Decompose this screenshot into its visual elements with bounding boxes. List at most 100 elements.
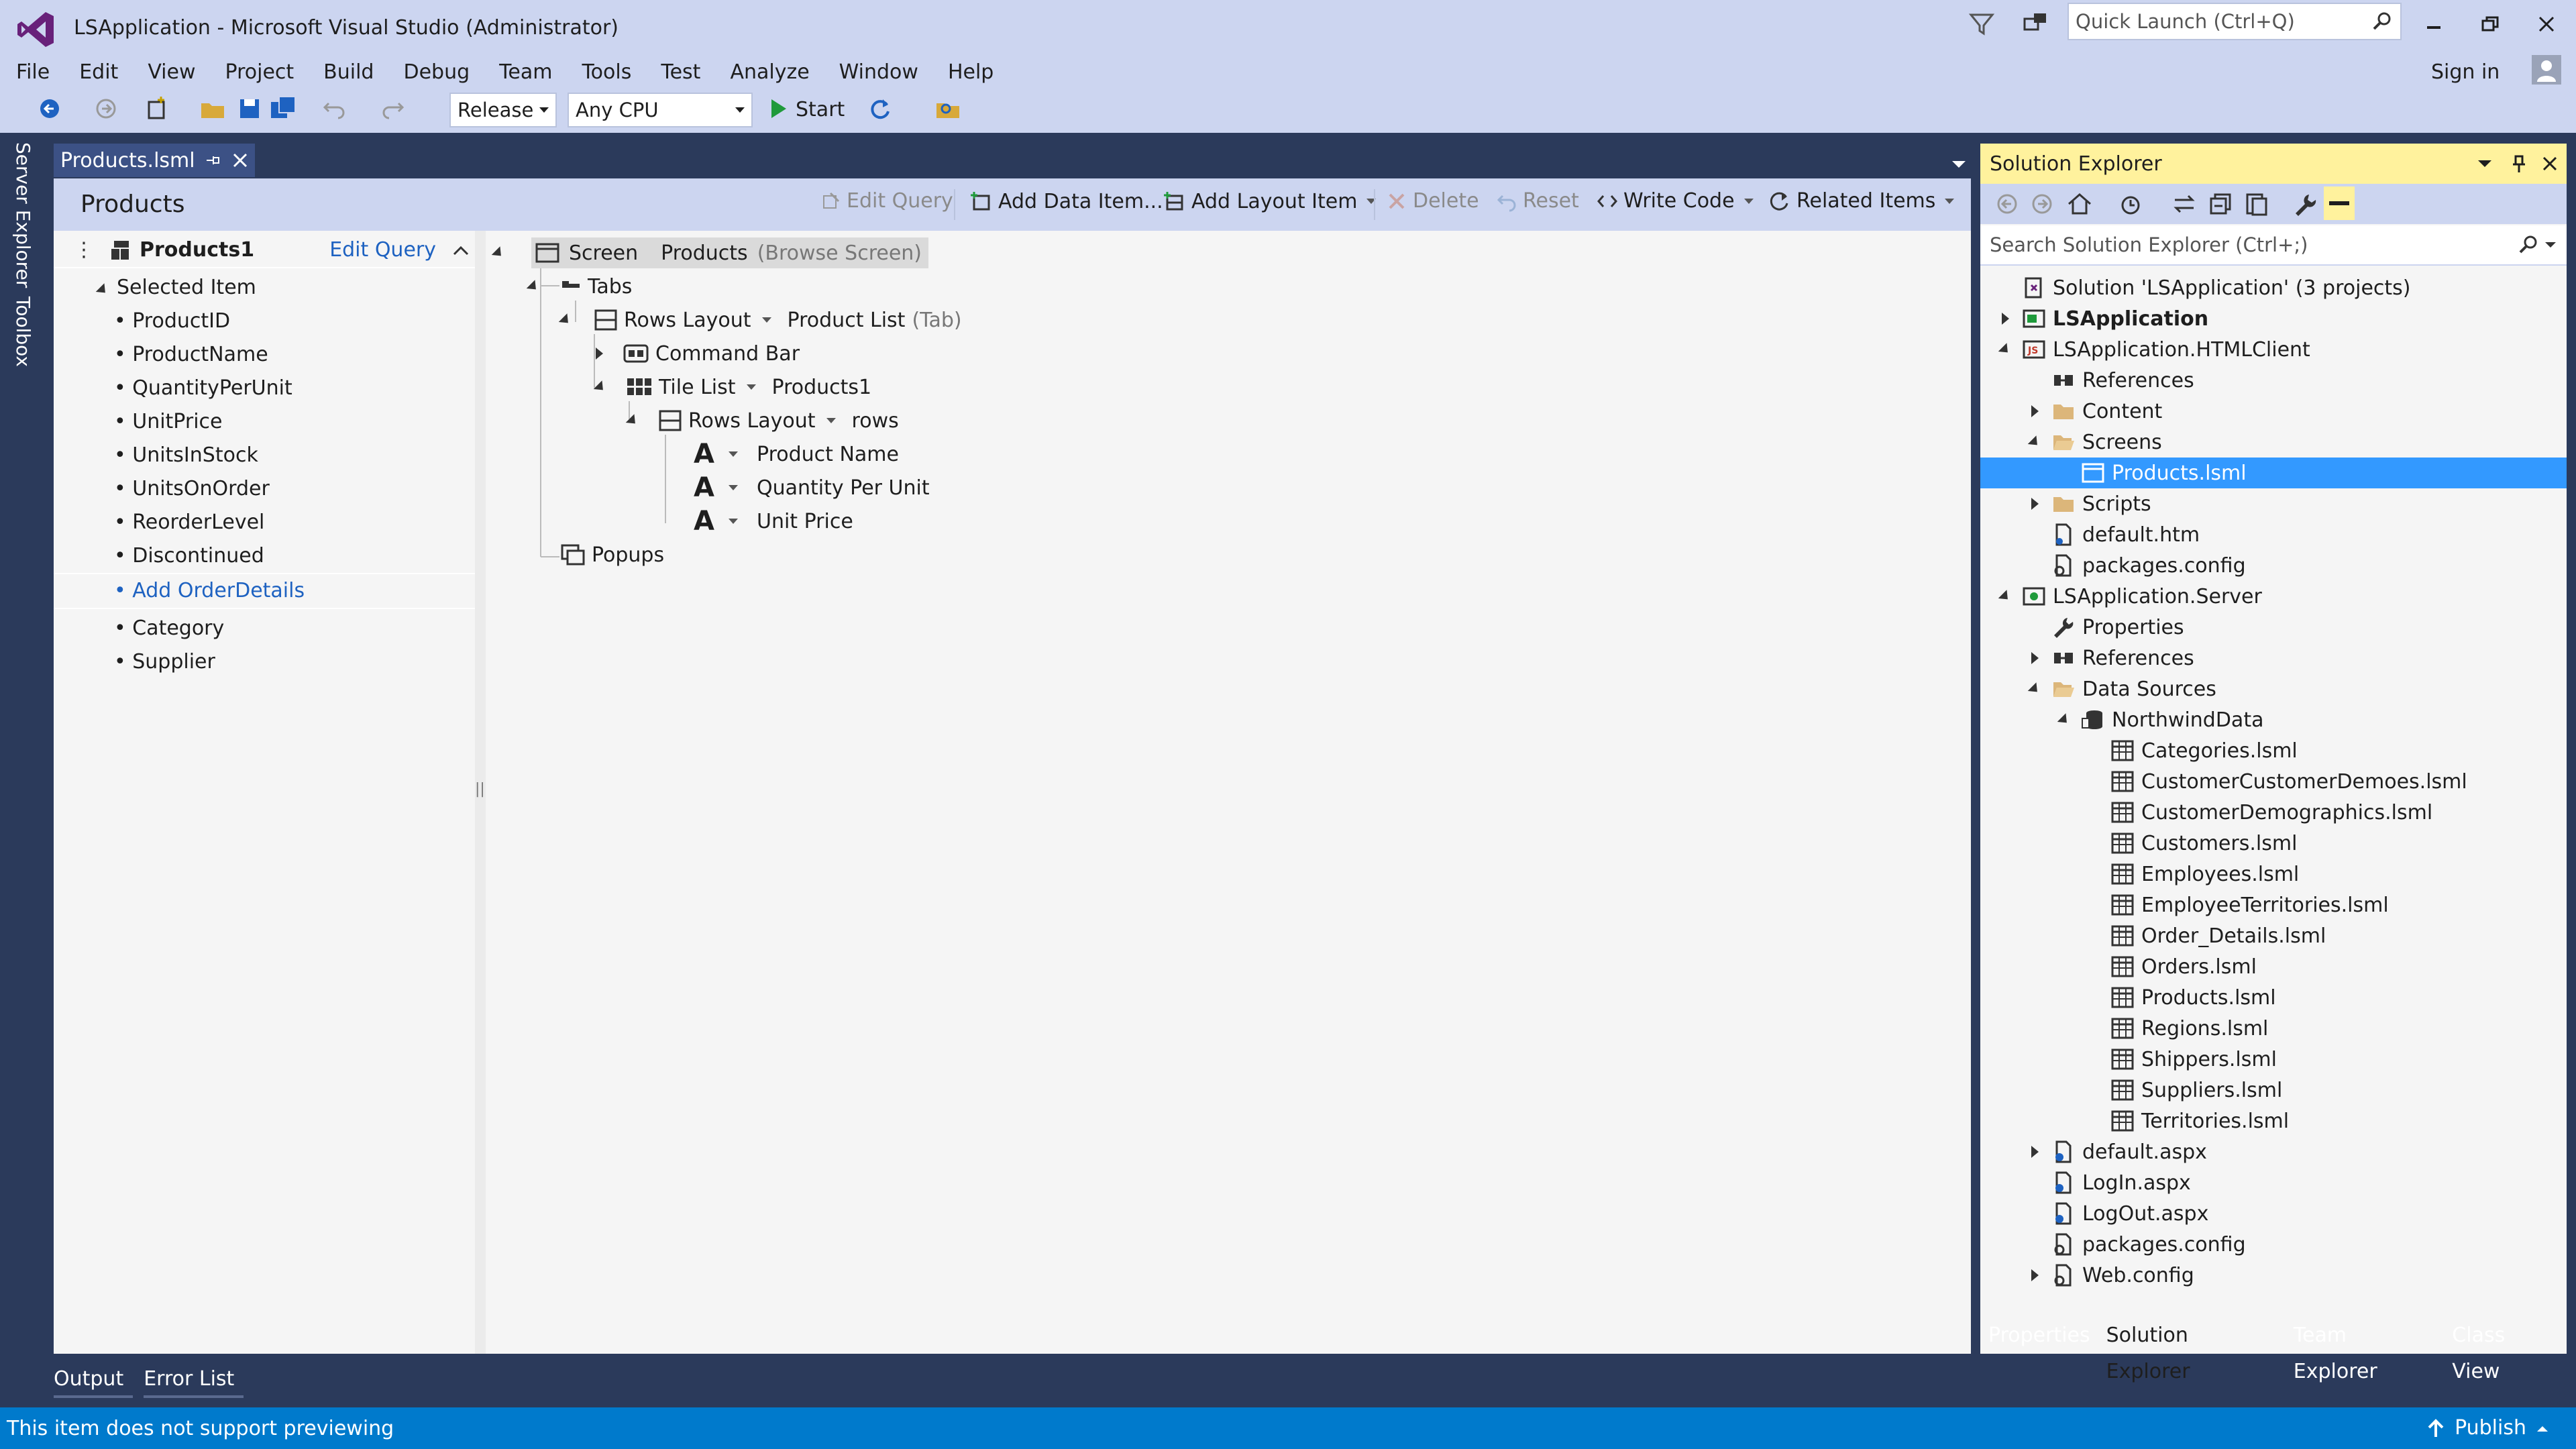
tree-popups-row[interactable]: Popups [561, 538, 664, 572]
save-all-icon[interactable] [268, 94, 298, 123]
tree-command-bar-row[interactable]: Command Bar [596, 337, 800, 370]
tree-tabs-row[interactable]: Tabs [526, 270, 632, 303]
solution-explorer-search-input[interactable]: Search Solution Explorer (Ctrl+;) [1980, 225, 2567, 266]
expand-down-icon[interactable] [2025, 435, 2045, 449]
save-icon[interactable] [235, 94, 264, 123]
expand-down-icon[interactable] [491, 246, 506, 260]
expand-right-icon[interactable] [2025, 652, 2045, 664]
menu-project[interactable]: Project [211, 56, 309, 89]
solution-tree-item[interactable]: CustomerCustomerDemoes.lsml [1980, 766, 2567, 797]
field-quantityperunit[interactable]: QuantityPerUnit [114, 372, 292, 405]
document-tab-products[interactable]: Products.lsml [54, 144, 255, 177]
document-overflow-icon[interactable] [1951, 158, 1967, 169]
pin-icon[interactable] [204, 151, 223, 170]
solution-tree-item[interactable]: Territories.lsml [1980, 1106, 2567, 1136]
start-button[interactable]: Start [796, 98, 845, 121]
expand-right-icon[interactable] [596, 347, 603, 360]
tree-screen-row[interactable]: Screen Products (Browse Screen) [491, 236, 929, 270]
add-layout-item-button[interactable]: Add Layout Item [1162, 189, 1380, 213]
solution-tree-item[interactable]: Scripts [1980, 488, 2567, 519]
field-reorderlevel[interactable]: ReorderLevel [114, 506, 264, 539]
tree-field-product-name[interactable]: A Product Name [694, 437, 899, 471]
delete-button[interactable]: Delete [1386, 189, 1479, 213]
solution-tree-item[interactable]: References [1980, 643, 2567, 674]
tree-field-unit-price[interactable]: A Unit Price [694, 504, 853, 538]
selected-item-row[interactable]: Selected Item [95, 271, 256, 305]
menu-tools[interactable]: Tools [567, 56, 646, 89]
new-project-icon[interactable] [142, 94, 172, 123]
solution-tree-item[interactable]: Content [1980, 396, 2567, 427]
tab-output[interactable]: Output [54, 1363, 133, 1398]
expand-right-icon[interactable] [2025, 1269, 2045, 1281]
expand-right-icon[interactable] [1995, 313, 2015, 325]
solution-tree-item[interactable]: CustomerDemographics.lsml [1980, 797, 2567, 828]
tab-team-explorer[interactable]: Team Explorer [2286, 1318, 2445, 1383]
se-back-icon[interactable] [1994, 191, 2021, 217]
undo-icon[interactable] [319, 94, 349, 123]
field-productname[interactable]: ProductName [114, 338, 268, 372]
menu-edit[interactable]: Edit [64, 56, 133, 89]
solution-tree-item[interactable]: LogOut.aspx [1980, 1198, 2567, 1229]
solution-tree-item[interactable]: Screens [1980, 427, 2567, 458]
expand-right-icon[interactable] [2025, 1146, 2045, 1158]
search-options-dropdown-icon[interactable] [2544, 240, 2557, 250]
preview-selected-items-icon[interactable] [2324, 186, 2355, 220]
publish-button[interactable]: Publish [2426, 1407, 2549, 1449]
edit-query-toolbar-button[interactable]: Edit Query [820, 189, 953, 213]
solution-tree-item[interactable]: Web.config [1980, 1260, 2567, 1291]
solution-tree-item[interactable]: Properties [1980, 612, 2567, 643]
sync-active-document-icon[interactable] [2171, 191, 2198, 217]
menu-window[interactable]: Window [824, 56, 933, 89]
expand-right-icon[interactable] [2025, 405, 2045, 417]
menu-help[interactable]: Help [933, 56, 1008, 89]
tab-properties[interactable]: Properties [1980, 1318, 2098, 1354]
pin-icon[interactable] [2510, 154, 2528, 174]
add-orderdetails-link[interactable]: Add OrderDetails [114, 574, 305, 608]
show-all-files-icon[interactable] [2243, 191, 2270, 217]
tree-field-quantity-per-unit[interactable]: A Quantity Per Unit [694, 471, 930, 504]
add-data-item-button[interactable]: Add Data Item... [969, 189, 1163, 213]
tab-solution-explorer[interactable]: Solution Explorer [2098, 1318, 2286, 1383]
expand-down-icon[interactable] [1995, 589, 2015, 604]
close-tab-icon[interactable] [231, 151, 250, 170]
tree-inner-rows-layout-row[interactable]: Rows Layout rows [625, 404, 899, 437]
control-dropdown-icon[interactable] [729, 519, 738, 524]
solution-tree-item[interactable]: LSApplication.Server [1980, 581, 2567, 612]
solution-tree-item[interactable]: Solution 'LSApplication' (3 projects) [1980, 272, 2567, 303]
reset-button[interactable]: Reset [1496, 189, 1579, 213]
solution-tree-item[interactable]: packages.config [1980, 550, 2567, 581]
nav-supplier[interactable]: Supplier [114, 645, 215, 679]
sign-in-link[interactable]: Sign in [2431, 59, 2500, 86]
home-icon[interactable] [2066, 191, 2093, 217]
rows-layout-dropdown-icon[interactable] [761, 317, 771, 323]
navigate-forward-icon[interactable] [91, 94, 121, 123]
expand-right-icon[interactable] [2025, 498, 2045, 510]
collapse-all-icon[interactable] [2207, 191, 2234, 217]
tab-class-view[interactable]: Class View [2444, 1318, 2567, 1383]
expand-down-icon[interactable] [593, 380, 608, 394]
solution-tree-item[interactable]: Regions.lsml [1980, 1013, 2567, 1044]
related-items-button[interactable]: Related Items [1768, 189, 1958, 213]
redo-icon[interactable] [378, 94, 408, 123]
expand-down-icon[interactable] [625, 413, 640, 428]
expand-down-icon[interactable] [95, 283, 110, 297]
field-unitprice[interactable]: UnitPrice [114, 405, 222, 439]
feedback-icon[interactable] [2021, 9, 2050, 39]
menu-build[interactable]: Build [309, 56, 388, 89]
screen-node[interactable]: Screen Products (Browse Screen) [531, 237, 929, 268]
solution-tree-item[interactable]: Customers.lsml [1980, 828, 2567, 859]
notifications-filter-icon[interactable] [1967, 9, 1996, 39]
menu-debug[interactable]: Debug [388, 56, 484, 89]
solution-tree-item[interactable]: packages.config [1980, 1229, 2567, 1260]
expand-down-icon[interactable] [558, 313, 573, 327]
tile-list-dropdown-icon[interactable] [746, 384, 756, 390]
solution-tree-item[interactable]: EmployeeTerritories.lsml [1980, 890, 2567, 920]
solution-tree-item[interactable]: LSApplication [1980, 303, 2567, 334]
field-unitsonorder[interactable]: UnitsOnOrder [114, 472, 270, 506]
tree-rows-layout-row[interactable]: Rows Layout Product List (Tab) [558, 303, 962, 337]
write-code-button[interactable]: Write Code [1597, 189, 1758, 213]
inner-rows-layout-dropdown-icon[interactable] [826, 418, 836, 423]
solution-tree-item[interactable]: NorthwindData [1980, 704, 2567, 735]
solution-tree-item[interactable]: Employees.lsml [1980, 859, 2567, 890]
menu-file[interactable]: File [0, 56, 64, 89]
